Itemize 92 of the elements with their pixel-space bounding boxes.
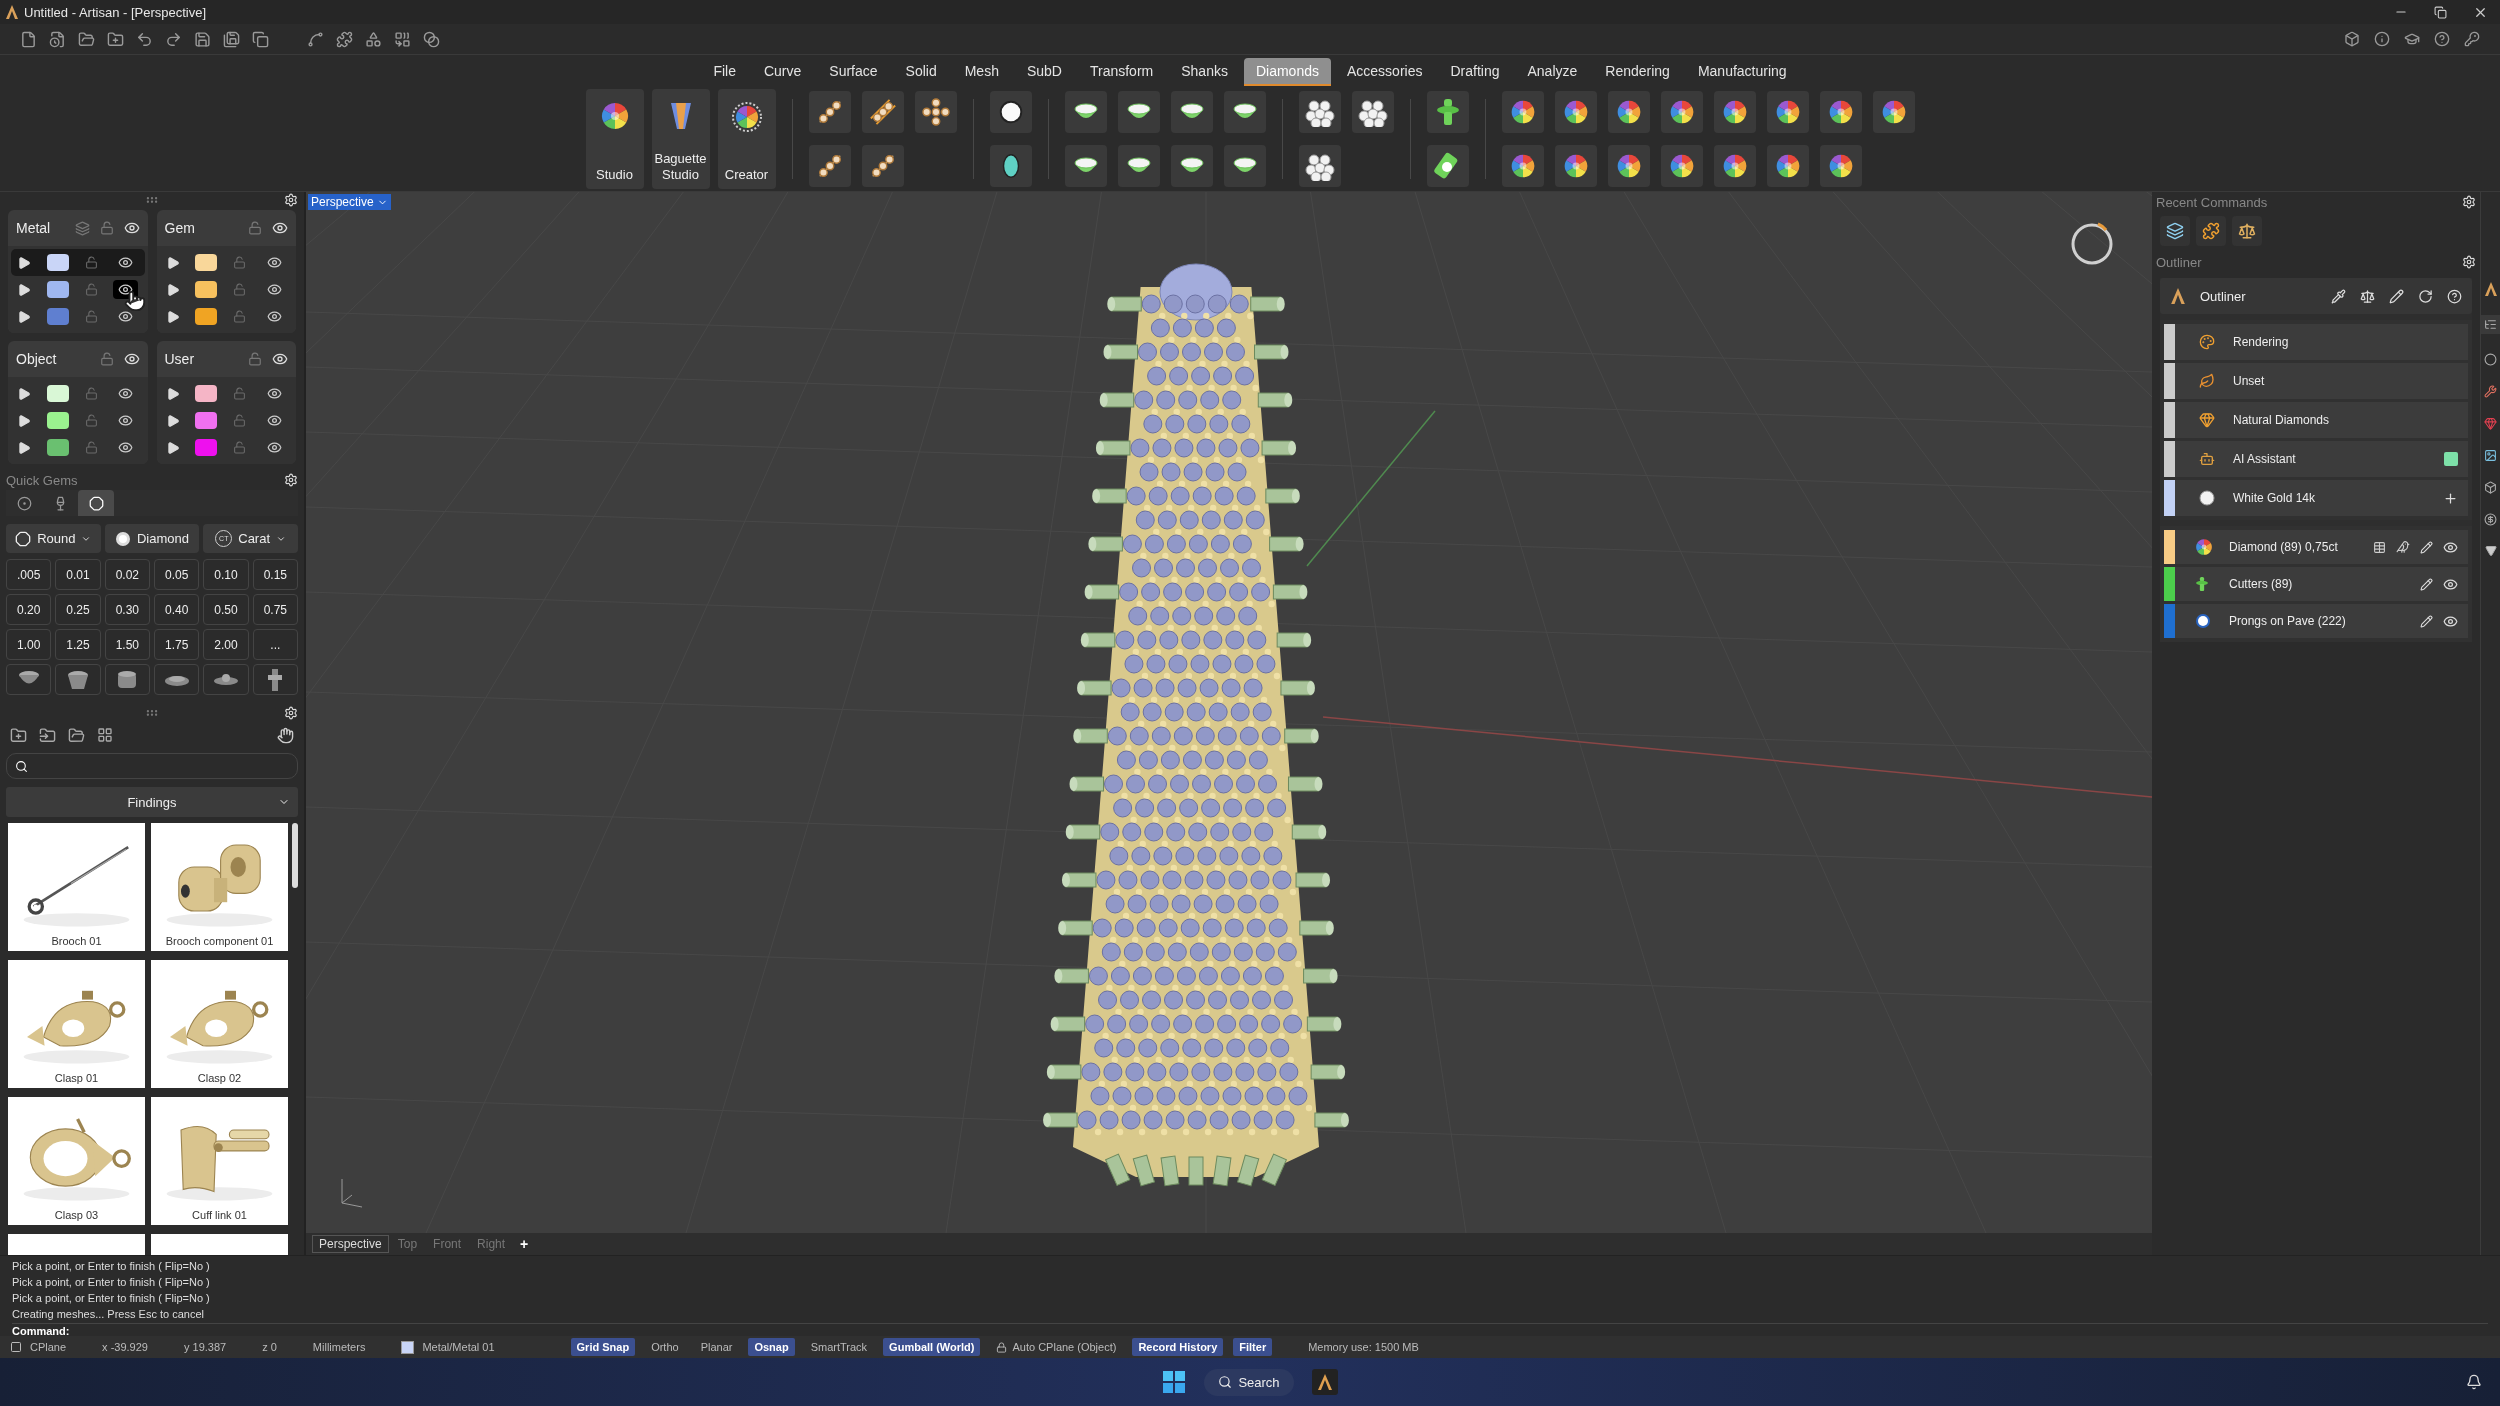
item-label: Prongs on Pave (222) [2229, 614, 2346, 628]
shape-dropdown[interactable]: Round [6, 524, 101, 553]
size-button[interactable]: 1.75 [154, 629, 200, 660]
item-label: Clasp 01 [53, 1071, 100, 1086]
menu-tab[interactable]: Surface [817, 58, 890, 86]
status-toggle[interactable]: Ortho [645, 1338, 685, 1356]
menu-tab[interactable]: Curve [751, 58, 814, 86]
size-button[interactable]: 0.20 [6, 594, 52, 625]
menu-tab[interactable]: Mesh [952, 58, 1011, 86]
size-button[interactable]: 1.00 [6, 629, 52, 660]
menu-tab[interactable]: Shanks [1169, 58, 1240, 86]
size-button[interactable]: 0.50 [203, 594, 249, 625]
layer-group-title: Metal [16, 220, 51, 236]
status-toggle[interactable]: Grid Snap [570, 1338, 636, 1356]
status-toggle[interactable]: SmartTrack [804, 1338, 874, 1356]
section-title: Quick Gems [6, 472, 78, 488]
command-history-line: Pick a point, or Enter to finish ( Flip=No ) [12, 1275, 211, 1290]
size-button[interactable]: 2.00 [203, 629, 249, 660]
size-button[interactable]: 0.01 [55, 559, 101, 590]
item-label: Cutters (89) [2229, 577, 2293, 591]
status-toggle[interactable]: Auto CPlane (Object) [990, 1338, 1123, 1356]
size-button[interactable]: 0.40 [154, 594, 200, 625]
status-toggle[interactable]: Filter [1233, 1338, 1273, 1356]
status-toggle[interactable]: Record History [1132, 1338, 1224, 1356]
layer-group-title: User [164, 351, 195, 367]
size-button[interactable]: 0.75 [252, 594, 298, 625]
menu-tab[interactable]: File [701, 58, 748, 86]
item-label: AI Assistant [2233, 452, 2296, 466]
outliner-item[interactable]: Unset [2164, 363, 2468, 399]
menu-tab[interactable]: SubD [1014, 58, 1074, 86]
size-button[interactable]: 1.50 [104, 629, 150, 660]
status-toggle[interactable]: Osnap [748, 1338, 795, 1356]
outliner-title: Outliner [2200, 288, 2246, 304]
item-label: Brooch component 01 [164, 934, 275, 949]
command-history-line: Pick a point, or Enter to finish ( Flip=No ) [12, 1259, 211, 1274]
viewport-label[interactable]: Perspective [308, 194, 391, 210]
section-title: Outliner [2156, 254, 2202, 270]
outliner-item[interactable]: Diamond (89) 0,75ct [2164, 530, 2468, 564]
item-label: Unset [2233, 374, 2265, 388]
add-tab-button[interactable]: + [514, 1236, 535, 1252]
item-label: Cuff link 01 [191, 1208, 248, 1223]
ribbon-button[interactable]: Studio [585, 88, 644, 189]
viewport-tab[interactable]: Perspective [312, 1235, 389, 1253]
menu-tab[interactable]: Drafting [1438, 58, 1512, 86]
status-toggle[interactable]: Planar [694, 1338, 739, 1356]
item-label: Diamond (89) 0,75ct [2229, 540, 2338, 554]
size-button[interactable]: .005 [6, 559, 52, 590]
current-layer: Metal/Metal 01 [422, 1341, 495, 1353]
outliner-item[interactable]: Rendering [2164, 324, 2468, 360]
outliner-item[interactable]: White Gold 14k [2164, 480, 2468, 516]
menu-tab[interactable]: Transform [1077, 58, 1166, 86]
layer-group-title: Gem [164, 220, 195, 236]
menu-tab[interactable]: Accessories [1334, 58, 1435, 86]
outliner-item[interactable]: Prongs on Pave (222) [2164, 604, 2468, 638]
menu-tab[interactable]: Analyze [1515, 58, 1590, 86]
ribbon-button[interactable]: Creator [717, 88, 776, 189]
size-button[interactable]: 0.30 [104, 594, 150, 625]
size-button[interactable]: 0.25 [55, 594, 101, 625]
size-button[interactable]: 1.25 [55, 629, 101, 660]
menu-tab[interactable]: Manufacturing [1685, 58, 1799, 86]
size-button[interactable]: 0.10 [203, 559, 249, 590]
taskbar-search[interactable]: Search [1204, 1368, 1294, 1396]
coordinate-x: x -39.929 [102, 1341, 148, 1353]
command-history-line: Creating meshes... Press Esc to cancel [12, 1307, 205, 1322]
item-label: Natural Diamonds [2233, 413, 2330, 427]
window-title: Untitled - Artisan - [Perspective] [24, 4, 207, 20]
menu-tab[interactable]: Rendering [1593, 58, 1682, 86]
item-label: Clasp 02 [196, 1071, 243, 1086]
status-toggle[interactable]: Gumball (World) [883, 1338, 981, 1356]
item-label: Brooch 01 [50, 934, 103, 949]
category-dropdown[interactable]: Findings [6, 787, 298, 817]
ribbon-button[interactable]: Baguette Studio [651, 88, 710, 189]
item-label: White Gold 14k [2233, 491, 2316, 505]
command-history-line: Pick a point, or Enter to finish ( Flip=No ) [12, 1291, 211, 1306]
outliner-item[interactable]: Cutters (89) [2164, 567, 2468, 601]
size-button[interactable]: ... [252, 629, 298, 660]
memory-text: Memory use: 1500 MB [1308, 1341, 1419, 1353]
outliner-item[interactable]: AI Assistant [2164, 441, 2468, 477]
units-text: Millimeters [312, 1341, 366, 1353]
size-button[interactable]: 0.15 [252, 559, 298, 590]
item-label: Rendering [2233, 335, 2289, 349]
menu-tab[interactable]: Solid [893, 58, 949, 86]
coordinate-y: y 19.387 [183, 1341, 227, 1353]
material-dropdown[interactable]: Diamond [104, 524, 200, 553]
coordinate-z: z 0 [262, 1341, 277, 1353]
item-label: Clasp 03 [53, 1208, 100, 1223]
status-text: CPlane [30, 1341, 67, 1353]
layer-group-title: Object [16, 351, 57, 367]
section-title: Recent Commands [2156, 194, 2268, 210]
size-button[interactable]: 0.05 [154, 559, 200, 590]
outliner-item[interactable]: Natural Diamonds [2164, 402, 2468, 438]
size-button[interactable]: 0.02 [104, 559, 150, 590]
